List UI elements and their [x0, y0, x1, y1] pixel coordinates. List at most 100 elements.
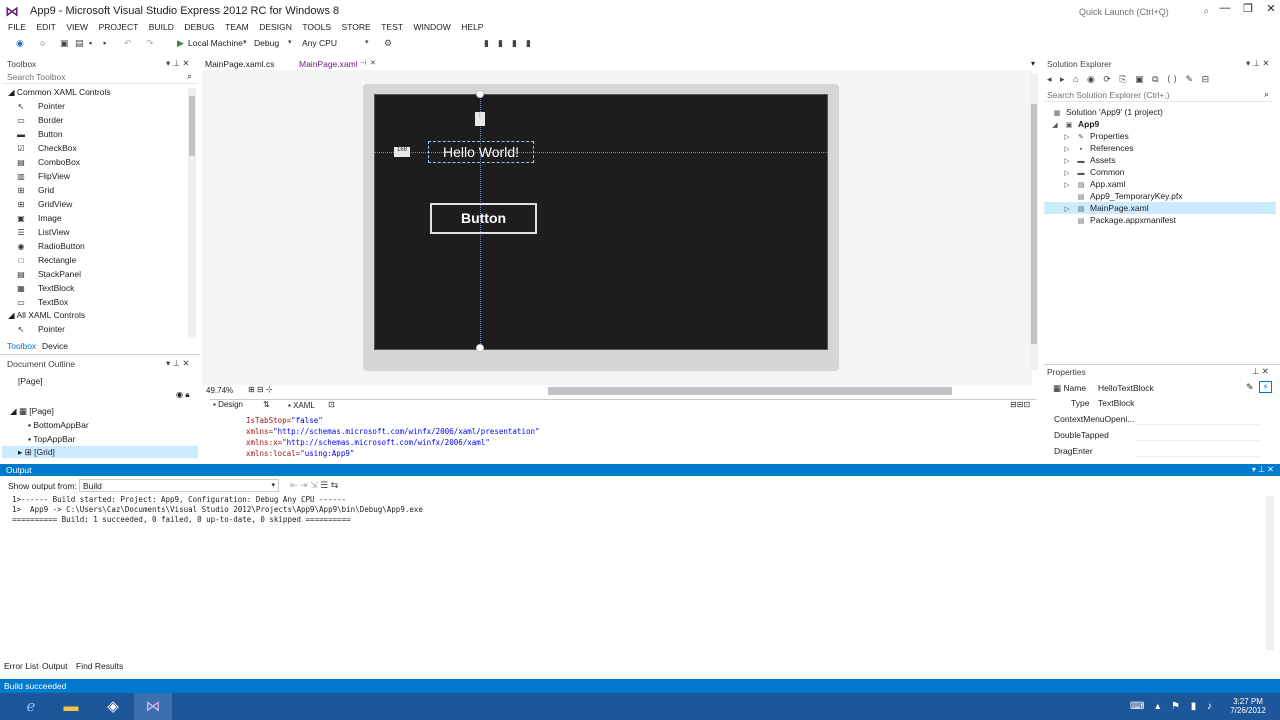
xaml-line[interactable]: IsTabStop="false" [246, 416, 323, 425]
internet-explorer-icon[interactable]: ℯ [12, 693, 50, 720]
hello-world-textblock[interactable]: Hello World! [428, 141, 534, 163]
close-icon[interactable]: ✕ [370, 59, 376, 67]
tab-mainpage-xaml-cs[interactable]: MainPage.xaml.cs [205, 59, 274, 69]
pin-icon[interactable]: ⊣ [360, 59, 366, 67]
element-name-input[interactable]: HelloTextBlock [1098, 383, 1238, 393]
system-tray-icons[interactable]: ⌨ ▴ ⚑ ▮ ♪ [1130, 701, 1216, 712]
attach-icon[interactable]: ⚙ [384, 38, 392, 49]
xaml-line[interactable]: xmlns:local="using:App9" [246, 449, 354, 458]
toolbox-item-listview[interactable]: ☰ ListView [16, 225, 186, 239]
event-handler-input[interactable] [1136, 429, 1260, 441]
menu-team[interactable]: TEAM [225, 20, 249, 34]
toolbox-section-all[interactable]: ◢ All XAML Controls [8, 310, 85, 321]
app-icon[interactable]: ◈ [94, 693, 132, 720]
toolbox-item-rectangle[interactable]: □ Rectangle [16, 253, 186, 267]
toolbox-item-border[interactable]: ▭ Border [16, 113, 186, 127]
designer-vscroll[interactable] [1030, 74, 1038, 370]
toolbox-item-checkbox[interactable]: ☑ CheckBox [16, 141, 186, 155]
menu-test[interactable]: TEST [381, 20, 403, 34]
menu-tools[interactable]: TOOLS [302, 20, 331, 34]
chevron-down-icon[interactable]: ▾ [365, 38, 369, 46]
menu-debug[interactable]: DEBUG [184, 20, 214, 34]
solution-root[interactable]: ▦ Solution 'App9' (1 project) [1052, 106, 1163, 118]
menu-window[interactable]: WINDOW [413, 20, 450, 34]
solution-item-app-xaml[interactable]: ▷ ▤ App.xaml [1062, 178, 1125, 190]
outline-item-page[interactable]: ◢ ▦ [Page] [10, 406, 54, 417]
visibility-icon[interactable]: ◉ 🔒︎ [176, 390, 189, 400]
menu-view[interactable]: VIEW [66, 20, 88, 34]
tab-output[interactable]: Output [42, 661, 68, 671]
xaml-line[interactable]: xmlns:x="http://schemas.microsoft.com/wi… [246, 438, 490, 447]
menu-edit[interactable]: EDIT [36, 20, 55, 34]
clear-bookmarks-icon[interactable]: ▮ [526, 38, 531, 49]
xaml-line[interactable]: xmlns="http://schemas.microsoft.com/winf… [246, 427, 540, 436]
bookmark-prev-icon[interactable]: ▮ [512, 38, 517, 49]
undo-icon[interactable]: ↶ [124, 38, 132, 49]
forward-icon[interactable]: ○ [40, 38, 45, 48]
redo-icon[interactable]: ↷ [146, 38, 154, 49]
solution-item-manifest[interactable]: ▤ Package.appxmanifest [1076, 214, 1176, 226]
toolbox-item-textbox[interactable]: ▭ TextBox [16, 295, 186, 309]
scrollbar-thumb[interactable] [1031, 104, 1037, 344]
designer-hscroll-thumb[interactable] [548, 387, 952, 395]
margin-top-adorner[interactable]: ⋮ [475, 112, 485, 126]
toolbox-item-button[interactable]: ▬ Button [16, 127, 186, 141]
solution-item-common[interactable]: ▷ ▬ Common [1062, 166, 1124, 178]
pin-icon[interactable]: ▾ ⊥ ✕ [1246, 58, 1270, 69]
tab-error-list[interactable]: Error List [4, 661, 38, 671]
solution-item-references[interactable]: ▷ ▪ References [1062, 142, 1133, 154]
visual-studio-taskbar-icon[interactable]: ⋈ [134, 693, 172, 720]
solution-search-input[interactable]: Search Solution Explorer (Ctrl+;) ⌕ [1044, 89, 1272, 102]
quick-launch-input[interactable]: Quick Launch (Ctrl+Q) ⌕ [1074, 3, 1214, 19]
solution-toolbar-icons[interactable]: ◂ ▸ ⌂ ◉ ⟳ ⎘ ▣ ⧉ ⟨⟩ ✎ ⊟ [1047, 74, 1212, 85]
pin-icon[interactable]: ▾ ⊥ ✕ [166, 58, 190, 69]
toolbox-item-pointer[interactable]: ↖ Pointer [16, 99, 186, 113]
split-icon[interactable]: ⊡ [328, 400, 335, 409]
minimize-button[interactable]: — [1215, 2, 1235, 18]
grid-toggle-icon[interactable]: ⊞ ⊟ ⊹ [248, 385, 273, 394]
new-project-icon[interactable]: ▣ [60, 38, 69, 49]
chevron-down-icon[interactable]: ▾ [243, 38, 247, 46]
menu-store[interactable]: STORE [342, 20, 371, 34]
menu-build[interactable]: BUILD [149, 20, 174, 34]
tab-design[interactable]: ▪ Design [213, 400, 243, 409]
menu-file[interactable]: FILE [8, 20, 26, 34]
tab-find-results[interactable]: Find Results [76, 661, 123, 671]
bookmark-next-icon[interactable]: ▮ [498, 38, 503, 49]
close-button[interactable]: ✕ [1261, 2, 1280, 18]
solution-item-mainpage-xaml[interactable]: ▷ ▤ MainPage.xaml [1062, 202, 1148, 214]
solution-item-assets[interactable]: ▷ ▬ Assets [1062, 154, 1115, 166]
toolbox-item-pointer-all[interactable]: ↖ Pointer [16, 322, 186, 336]
toolbox-item-grid[interactable]: ⊞ Grid [16, 183, 186, 197]
file-explorer-icon[interactable]: ▬ [52, 693, 90, 720]
toolbox-scrollbar[interactable] [188, 88, 196, 338]
menu-project[interactable]: PROJECT [99, 20, 139, 34]
tab-device[interactable]: Device [42, 341, 68, 351]
clock[interactable]: 3:27 PM 7/26/2012 [1225, 697, 1271, 715]
scrollbar-thumb[interactable] [189, 96, 195, 156]
menu-design[interactable]: DESIGN [259, 20, 292, 34]
save-all-icon[interactable]: ▪ [103, 38, 106, 48]
toolbox-item-textblock[interactable]: ▦ TextBlock [16, 281, 186, 295]
resize-handle[interactable] [476, 344, 484, 352]
platform-select[interactable]: Any CPU [302, 38, 337, 48]
chevron-down-icon[interactable]: ▾ [1031, 59, 1035, 68]
outline-item-grid[interactable]: ▸ ⊞ [Grid] [2, 446, 198, 458]
output-scrollbar[interactable] [1266, 496, 1274, 650]
debug-target-select[interactable]: Local Machine [188, 38, 243, 48]
output-toolbar-icons[interactable]: ⇤ ⇥ ⇲ ☰ ⇆ [290, 480, 338, 491]
canvas-button[interactable]: Button [430, 203, 537, 234]
start-debug-icon[interactable]: ▶ [177, 38, 184, 49]
event-handler-input[interactable] [1136, 445, 1260, 457]
toolbox-item-image[interactable]: ▣ Image [16, 211, 186, 225]
maximize-button[interactable]: ❐ [1238, 2, 1258, 18]
event-handler-input[interactable] [1136, 413, 1260, 425]
swap-panes-icon[interactable]: ⇅ [263, 400, 270, 409]
toolbox-item-combobox[interactable]: ▤ ComboBox [16, 155, 186, 169]
outline-root[interactable]: [Page] [18, 376, 43, 386]
split-layout-icon[interactable]: ⊟⊟⊡ [1010, 400, 1030, 409]
outline-item-topappbar[interactable]: ▪ TopAppBar [28, 434, 75, 444]
chevron-down-icon[interactable]: ▾ [288, 38, 292, 46]
output-source-select[interactable]: Build ▾ [79, 479, 279, 492]
configuration-select[interactable]: Debug [254, 38, 279, 48]
